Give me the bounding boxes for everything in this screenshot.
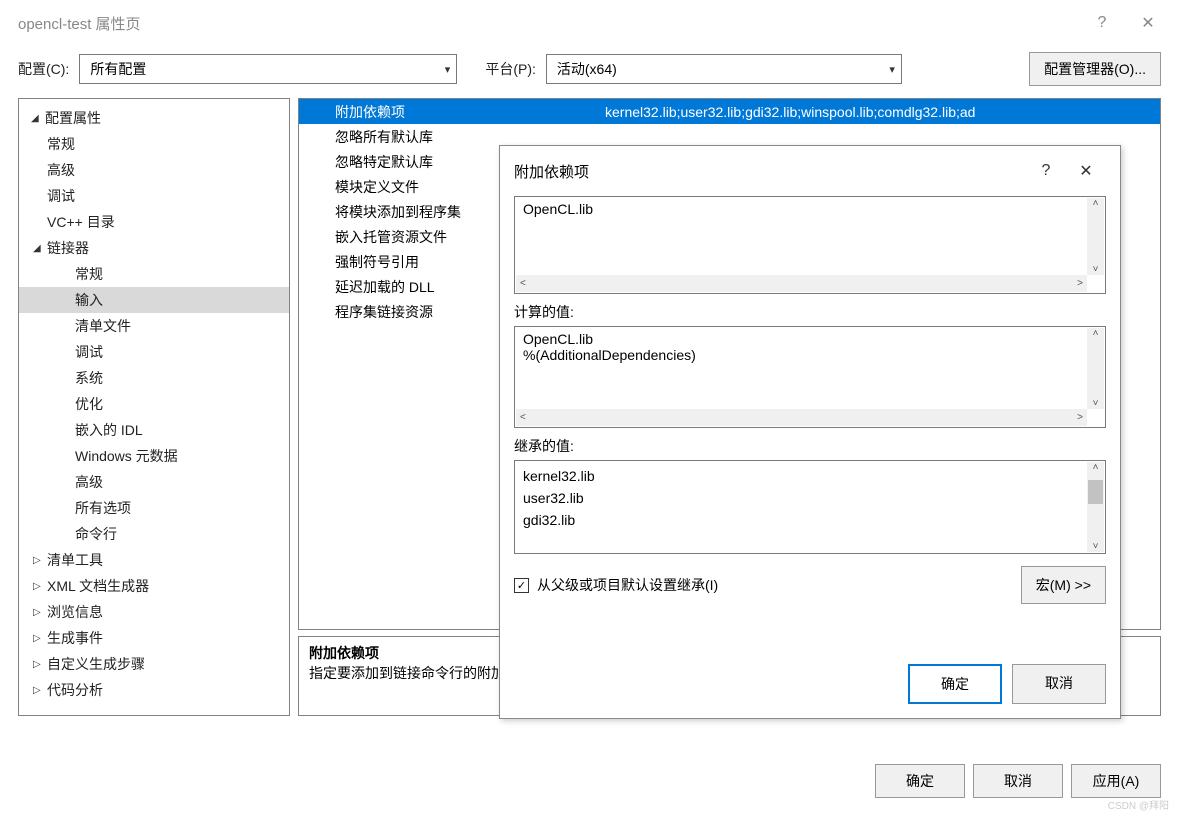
tree-item[interactable]: ▷XML 文档生成器 [19,573,289,599]
expander-closed-icon: ▷ [33,581,47,592]
calculated-textbox: OpenCL.lib %(AdditionalDependencies) ˄˅ … [514,326,1106,428]
calc-line: %(AdditionalDependencies) [523,347,1081,363]
horizontal-scrollbar[interactable]: ˂˃ [516,275,1087,292]
tree-item[interactable]: ▷生成事件 [19,625,289,651]
calc-label: 计算的值: [514,294,1106,326]
platform-label: 平台(P): [485,59,536,79]
scroll-left-icon[interactable]: ˂ [520,412,526,423]
tree-item[interactable]: ▷浏览信息 [19,599,289,625]
tree-item[interactable]: VC++ 目录 [19,209,289,235]
property-value[interactable]: kernel32.lib;user32.lib;gdi32.lib;winspo… [599,104,1160,120]
tree-item[interactable]: 清单文件 [19,313,289,339]
tree-item[interactable]: ▷代码分析 [19,677,289,703]
inherit-label: 从父级或项目默认设置继承(I) [537,575,718,595]
scroll-down-icon[interactable]: ˅ [1093,264,1099,275]
config-combo[interactable]: 所有配置 ▾ [79,54,457,84]
close-icon[interactable]: ✕ [1066,161,1106,181]
expander-closed-icon: ▷ [33,633,47,644]
tree-item[interactable]: Windows 元数据 [19,443,289,469]
tree-linker[interactable]: ◢链接器 [19,235,289,261]
tree-item[interactable]: 命令行 [19,521,289,547]
popup-titlebar: 附加依赖项 ? ✕ [500,146,1120,196]
tree-item[interactable]: 系统 [19,365,289,391]
chevron-down-icon: ▾ [889,63,895,76]
help-icon[interactable]: ? [1026,162,1066,180]
scroll-left-icon[interactable]: ˂ [520,278,526,289]
expander-open-icon: ◢ [33,243,47,254]
popup-title: 附加依赖项 [514,161,1026,182]
platform-combo[interactable]: 活动(x64) ▾ [546,54,902,84]
scroll-down-icon[interactable]: ˅ [1093,398,1099,409]
config-value: 所有配置 [90,59,146,79]
scroll-right-icon[interactable]: ˃ [1077,412,1083,423]
expander-open-icon: ◢ [31,113,45,124]
expander-closed-icon: ▷ [33,607,47,618]
config-label: 配置(C): [18,59,69,79]
vertical-scrollbar[interactable]: ˄˅ [1087,462,1104,552]
tree-item[interactable]: 调试 [19,339,289,365]
expander-closed-icon: ▷ [33,555,47,566]
popup-ok-button[interactable]: 确定 [908,664,1002,704]
tree-item[interactable]: 高级 [19,469,289,495]
inherited-line: gdi32.lib [523,509,1081,531]
apply-button[interactable]: 应用(A) [1071,764,1161,798]
macros-button[interactable]: 宏(M) >> [1021,566,1106,604]
tree-item[interactable]: 常规 [19,261,289,287]
expander-closed-icon: ▷ [33,659,47,670]
inherited-label: 继承的值: [514,428,1106,460]
property-name: 附加依赖项 [299,102,599,122]
config-toolbar: 配置(C): 所有配置 ▾ 平台(P): 活动(x64) ▾ 配置管理器(O).… [0,46,1179,98]
tree-item[interactable]: 高级 [19,157,289,183]
scroll-right-icon[interactable]: ˃ [1077,278,1083,289]
tree-item[interactable]: 优化 [19,391,289,417]
tree-item[interactable]: 嵌入的 IDL [19,417,289,443]
scroll-up-icon[interactable]: ˄ [1093,198,1099,209]
property-pages-window: opencl-test 属性页 ? ✕ 配置(C): 所有配置 ▾ 平台(P):… [0,0,1179,816]
edit-value: OpenCL.lib [523,201,593,217]
scroll-up-icon[interactable]: ˄ [1093,328,1099,339]
tree-item-selected[interactable]: 输入 [19,287,289,313]
property-row-selected[interactable]: 附加依赖项 kernel32.lib;user32.lib;gdi32.lib;… [299,99,1160,124]
inherit-checkbox[interactable]: ✓ [514,578,529,593]
scroll-down-icon[interactable]: ˅ [1093,541,1099,552]
horizontal-scrollbar[interactable]: ˂˃ [516,409,1087,426]
cancel-button[interactable]: 取消 [973,764,1063,798]
edit-textbox[interactable]: OpenCL.lib ˄˅ ˂˃ [514,196,1106,294]
inherited-line: user32.lib [523,487,1081,509]
watermark: CSDN @拜阳 [1108,797,1169,812]
help-icon[interactable]: ? [1079,14,1125,32]
vertical-scrollbar[interactable]: ˄˅ [1087,198,1104,275]
popup-cancel-button[interactable]: 取消 [1012,664,1106,704]
additional-deps-dialog: 附加依赖项 ? ✕ OpenCL.lib ˄˅ ˂˃ 计算的值: OpenCL.… [499,145,1121,719]
tree-item[interactable]: 调试 [19,183,289,209]
popup-buttons: 确定 取消 [500,660,1120,718]
calc-line: OpenCL.lib [523,331,1081,347]
tree-item[interactable]: 所有选项 [19,495,289,521]
scrollbar-thumb[interactable] [1088,480,1103,504]
chevron-down-icon: ▾ [445,63,451,76]
inherited-line: winspool.lib [523,531,1081,535]
scroll-up-icon[interactable]: ˄ [1093,462,1099,473]
config-manager-button[interactable]: 配置管理器(O)... [1029,52,1161,86]
ok-button[interactable]: 确定 [875,764,965,798]
vertical-scrollbar[interactable]: ˄˅ [1087,328,1104,409]
inherited-listbox: kernel32.lib user32.lib gdi32.lib winspo… [514,460,1106,554]
category-tree[interactable]: ◢配置属性 常规 高级 调试 VC++ 目录 ◢链接器 常规 输入 清单文件 调… [18,98,290,716]
tree-item[interactable]: ▷自定义生成步骤 [19,651,289,677]
tree-item[interactable]: 常规 [19,131,289,157]
close-icon[interactable]: ✕ [1125,13,1171,33]
tree-item[interactable]: ▷清单工具 [19,547,289,573]
platform-value: 活动(x64) [557,59,617,79]
dialog-buttons: 确定 取消 应用(A) [875,764,1161,798]
inherited-line: kernel32.lib [523,465,1081,487]
titlebar: opencl-test 属性页 ? ✕ [0,0,1179,46]
window-title: opencl-test 属性页 [18,13,1079,34]
expander-closed-icon: ▷ [33,685,47,696]
tree-root[interactable]: ◢配置属性 [19,105,289,131]
